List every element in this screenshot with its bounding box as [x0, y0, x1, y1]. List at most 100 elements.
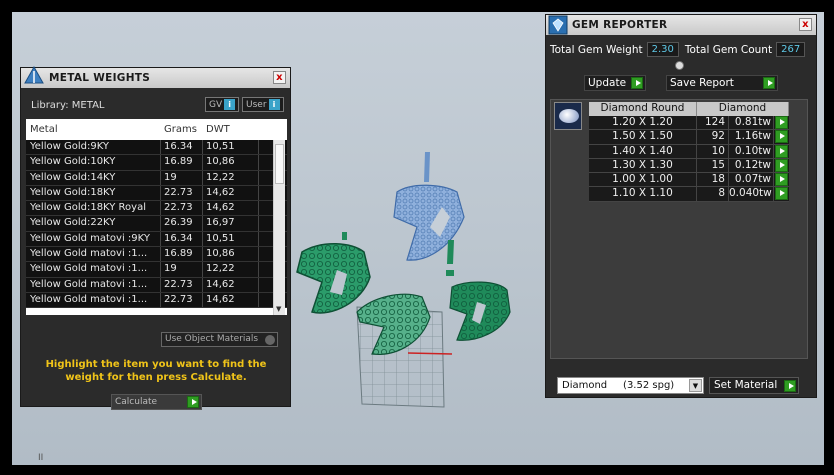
grams-cell: 22.73 — [161, 277, 203, 292]
gem-size-cell: 1.50 X 1.50 — [589, 130, 697, 144]
gem-weight-cell: 1.16tw — [729, 130, 774, 144]
table-row[interactable]: Yellow Gold:9KY 16.34 10,51 — [26, 140, 287, 156]
metal-weights-titlebar[interactable]: METAL WEIGHTS x — [21, 65, 290, 88]
header-diamond-round: Diamond Round — [589, 102, 697, 116]
grams-cell: 26.39 — [161, 216, 203, 231]
table-row[interactable]: Yellow Gold:10KY 16.89 10,86 — [26, 155, 287, 171]
gem-row[interactable]: 1.20 X 1.20 124 0.81tw — [589, 116, 789, 131]
gem-weight-cell: 0.12tw — [729, 158, 774, 173]
diamond-table: Diamond Round Diamond 1.20 X 1.20 124 0.81… — [589, 102, 789, 202]
update-button[interactable]: Update — [584, 75, 646, 91]
metal-weights-title: METAL WEIGHTS — [49, 72, 151, 84]
set-material-label: Set Material — [714, 379, 778, 391]
total-gem-count-value: 267 — [776, 42, 806, 57]
grams-cell: 16.34 — [161, 140, 203, 155]
metal-name-cell: Yellow Gold matovi :1... — [26, 262, 161, 277]
header-diamond: Diamond — [697, 102, 789, 116]
metal-name-cell: Yellow Gold matovi :1... — [26, 292, 161, 308]
metal-name-cell: Yellow Gold:14KY — [26, 170, 161, 185]
gem-size-cell: 1.20 X 1.20 — [589, 116, 697, 130]
grams-cell: 22.73 — [161, 292, 203, 308]
3d-viewport[interactable]: II METAL WEIGHTS x Library: METAL GV i Us… — [12, 12, 824, 465]
set-material-button[interactable]: Set Material — [709, 377, 799, 394]
gem-row[interactable]: 1.10 X 1.10 8 0.040tw — [589, 187, 789, 202]
gem-count-cell: 92 — [697, 130, 729, 144]
gv-label: GV — [209, 100, 223, 110]
col-header-grams[interactable]: Grams — [161, 124, 203, 135]
user-toggle[interactable]: User i — [242, 97, 284, 112]
table-row[interactable]: Yellow Gold:22KY 26.39 16,97 — [26, 216, 287, 232]
metal-weights-app-icon — [24, 65, 44, 84]
dwt-cell: 10,51 — [203, 140, 259, 155]
library-label: Library: METAL — [31, 100, 105, 111]
update-label: Update — [588, 77, 627, 89]
use-object-materials-label: Use Object Materials — [165, 334, 259, 344]
table-row[interactable]: Yellow Gold:18KY 22.73 14,62 — [26, 185, 287, 202]
metal-table-scrollbar[interactable]: ▼ — [273, 140, 285, 315]
dwt-cell: 14,62 — [203, 185, 259, 201]
total-gem-count-label: Total Gem Count — [684, 43, 773, 56]
save-report-button[interactable]: Save Report — [666, 75, 778, 91]
table-row[interactable]: Yellow Gold:14KY 19 12,22 — [26, 170, 287, 186]
gv-toggle[interactable]: GV i — [205, 97, 240, 112]
collapse-toggle-icon[interactable] — [675, 61, 684, 70]
green-pendant-left — [296, 232, 371, 314]
gem-count-cell: 8 — [697, 187, 729, 201]
gem-row-select-button[interactable] — [774, 130, 789, 144]
scrollbar-thumb[interactable] — [275, 144, 284, 184]
chevron-down-icon[interactable]: ▼ — [689, 379, 702, 392]
gem-row[interactable]: 1.40 X 1.40 10 0.10tw — [589, 144, 789, 159]
metal-name-cell: Yellow Gold:18KY — [26, 185, 161, 201]
use-object-materials-checkbox[interactable]: Use Object Materials — [161, 332, 278, 347]
scroll-down-icon[interactable]: ▼ — [276, 305, 281, 313]
table-row[interactable]: Yellow Gold:18KY Royal 22.73 14,62 — [26, 201, 287, 217]
gem-size-cell: 1.30 X 1.30 — [589, 158, 697, 173]
gem-reporter-app-icon — [548, 15, 568, 35]
gem-row[interactable]: 1.00 X 1.00 18 0.07tw — [589, 173, 789, 188]
gem-reporter-close-button[interactable]: x — [799, 18, 812, 31]
gem-row-select-button[interactable] — [774, 173, 789, 187]
user-info-icon[interactable]: i — [268, 99, 280, 110]
viewport-corner-mark: II — [38, 453, 44, 463]
calculate-button[interactable]: Calculate — [111, 394, 202, 410]
gem-row-select-button[interactable] — [774, 158, 789, 172]
arrow-right-icon — [775, 187, 788, 201]
metal-name-cell: Yellow Gold:9KY — [26, 140, 161, 155]
gem-row[interactable]: 1.30 X 1.30 15 0.12tw — [589, 158, 789, 174]
gem-row-select-button[interactable] — [774, 116, 789, 129]
metal-name-cell: Yellow Gold matovi :1... — [26, 247, 161, 262]
total-gem-weight-value: 2.30 — [646, 42, 679, 57]
metal-weights-close-button[interactable]: x — [273, 71, 286, 84]
dwt-cell: 10,86 — [203, 247, 259, 262]
gem-weight-cell: 0.81tw — [729, 116, 774, 130]
diamond-round-icon[interactable] — [554, 102, 582, 130]
user-label: User — [246, 100, 267, 110]
arrow-right-icon — [775, 158, 788, 172]
table-row[interactable]: Yellow Gold matovi :1... 22.73 14,62 — [26, 277, 287, 293]
dwt-cell: 14,62 — [203, 292, 259, 308]
gem-row[interactable]: 1.50 X 1.50 92 1.16tw — [589, 130, 789, 145]
grams-cell: 16.34 — [161, 231, 203, 247]
gem-reporter-titlebar[interactable]: GEM REPORTER x — [546, 15, 816, 35]
metal-name-cell: Yellow Gold matovi :9KY — [26, 231, 161, 247]
gem-count-cell: 10 — [697, 144, 729, 158]
gem-row-select-button[interactable] — [774, 187, 789, 201]
table-row[interactable]: Yellow Gold matovi :1... 16.89 10,86 — [26, 247, 287, 263]
gem-size-cell: 1.40 X 1.40 — [589, 144, 697, 158]
col-header-dwt[interactable]: DWT — [203, 124, 259, 135]
calculate-label: Calculate — [115, 397, 158, 407]
green-pendant-right — [449, 281, 511, 341]
gem-count-cell: 124 — [697, 116, 729, 130]
grams-cell: 22.73 — [161, 201, 203, 216]
gem-size-cell: 1.10 X 1.10 — [589, 187, 697, 201]
col-header-metal[interactable]: Metal — [26, 124, 161, 135]
radio-icon[interactable] — [265, 335, 275, 345]
table-row[interactable]: Yellow Gold matovi :1... 22.73 14,62 — [26, 292, 287, 309]
gv-info-icon[interactable]: i — [224, 99, 236, 110]
material-select-value: Diamond (3.52 spg) — [562, 380, 675, 391]
gem-row-select-button[interactable] — [774, 144, 789, 158]
table-row[interactable]: Yellow Gold matovi :9KY 16.34 10,51 — [26, 231, 287, 248]
gem-stats: Total Gem Weight 2.30 Total Gem Count 26… — [550, 42, 806, 57]
table-row[interactable]: Yellow Gold matovi :1... 19 12,22 — [26, 262, 287, 278]
material-select[interactable]: Diamond (3.52 spg) ▼ — [557, 377, 704, 394]
